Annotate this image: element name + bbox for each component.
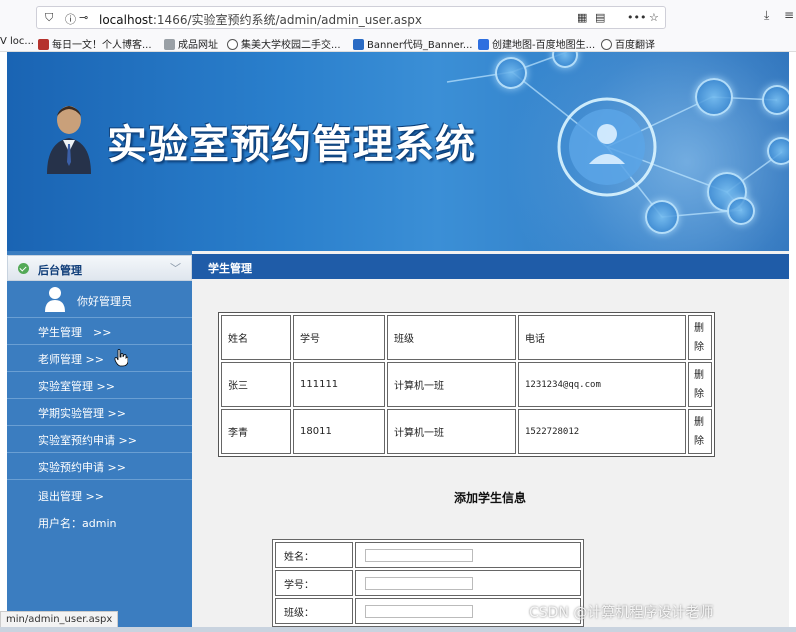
more-icon[interactable]: ••• — [627, 11, 646, 24]
column-header: 电话 — [518, 315, 686, 360]
cell-class: 计算机一班 — [387, 362, 516, 407]
add-student-title: 添加学生信息 — [454, 491, 527, 505]
sidebar-header-label: 后台管理 — [38, 264, 82, 277]
network-node — [767, 137, 789, 165]
form-label: 学号： — [275, 570, 353, 596]
cell-name: 张三 — [221, 362, 291, 407]
network-node — [695, 78, 733, 116]
bookmark-item[interactable]: 创建地图-百度地图生... — [478, 36, 595, 51]
star-icon[interactable]: ☆ — [649, 11, 659, 24]
form-row: 学号： — [275, 570, 581, 596]
cell-id: 18011 — [293, 409, 385, 454]
form-label: 姓名： — [275, 542, 353, 568]
cell-phone: 1522728012 — [518, 409, 686, 454]
sidebar-user: 你好管理员 — [7, 282, 192, 318]
reader-icon[interactable]: ▤ — [595, 11, 605, 24]
header-banner: 实验室预约管理系统 — [7, 52, 789, 251]
cell-phone: 1231234@qq.com — [518, 362, 686, 407]
delete-link[interactable]: 删除 — [688, 362, 712, 407]
info-icon[interactable]: ⓘ — [65, 11, 76, 27]
sidebar-item-label: 老师管理 >> — [38, 353, 104, 366]
shield-icon[interactable]: ⛉ — [45, 11, 53, 25]
sidebar-item-label: 学期实验管理 >> — [38, 407, 126, 420]
student-table: 姓名 学号 班级 电话 删除 张三 111111 计算机一班 1231234@q… — [218, 312, 715, 457]
sidebar-item-label: 实验室管理 >> — [38, 380, 115, 393]
check-circle-icon — [18, 263, 29, 274]
column-header: 姓名 — [221, 315, 291, 360]
menu-icon[interactable]: ≡ — [784, 8, 794, 22]
username-label: 用户名：admin — [38, 517, 117, 530]
sidebar-item-semester-experiment[interactable]: 学期实验管理 >> — [7, 399, 192, 426]
class-input[interactable] — [365, 604, 473, 618]
hand-cursor-icon — [114, 349, 128, 367]
system-title: 实验室预约管理系统 — [107, 122, 476, 168]
name-input[interactable] — [365, 548, 473, 562]
key-icon[interactable]: ⊸ — [79, 11, 88, 24]
sidebar-header[interactable]: 后台管理 ﹀ — [7, 255, 192, 281]
form-label: 班级： — [275, 598, 353, 624]
bookmark-item[interactable]: 每日一文！个人博客... — [38, 36, 152, 51]
table-row: 张三 111111 计算机一班 1231234@qq.com 删除 — [221, 362, 712, 407]
globe-icon — [601, 39, 612, 50]
form-row: 姓名： — [275, 542, 581, 568]
qr-icon[interactable]: ▦ — [577, 11, 587, 24]
table-header-row: 姓名 学号 班级 电话 删除 — [221, 315, 712, 360]
student-id-input[interactable] — [365, 576, 473, 590]
bookmark-item[interactable]: 成品网址 — [164, 36, 218, 51]
bookmark-icon — [38, 39, 49, 50]
sidebar-item-teacher[interactable]: 老师管理 >> — [7, 345, 192, 372]
bookmark-item[interactable]: 百度翻译 — [601, 36, 655, 51]
admin-avatar-icon — [47, 106, 91, 174]
cell-name: 李青 — [221, 409, 291, 454]
network-node — [495, 57, 527, 89]
sidebar-item-label: 实验预约申请 >> — [38, 461, 126, 474]
download-icon[interactable]: ⤓ — [764, 8, 769, 23]
sidebar-item-label: 实验室预约申请 >> — [38, 434, 137, 447]
bookmarks-bar: V loc... 每日一文！个人博客... 成品网址 集美大学校园二手交... … — [0, 33, 796, 52]
sidebar-item-label: 学生管理 >> — [38, 326, 112, 339]
delete-link[interactable]: 删除 — [688, 409, 712, 454]
network-node — [645, 200, 679, 234]
bookmark-icon — [353, 39, 364, 50]
page-title: 学生管理 — [208, 262, 252, 275]
network-node — [762, 85, 789, 115]
bookmark-item[interactable]: 集美大学校园二手交... — [227, 36, 341, 51]
main-header: 学生管理 — [192, 254, 789, 279]
column-header: 班级 — [387, 315, 516, 360]
address-bar[interactable]: ⛉ ⓘ ⊸ localhost:1466/实验室预约系统/admin/admin… — [36, 6, 666, 29]
user-icon — [45, 287, 65, 312]
baidu-icon — [478, 39, 489, 50]
url-text[interactable]: localhost:1466/实验室预约系统/admin/admin_user.… — [99, 11, 422, 28]
bookmark-item[interactable]: V loc... — [0, 36, 34, 47]
globe-icon — [227, 39, 238, 50]
cell-id: 111111 — [293, 362, 385, 407]
greeting: 你好管理员 — [77, 295, 132, 308]
bookmark-item[interactable]: Banner代码_Banner... — [353, 36, 472, 51]
column-header: 删除 — [688, 315, 712, 360]
cell-class: 计算机一班 — [387, 409, 516, 454]
folder-icon — [164, 39, 175, 50]
watermark: CSDN @计算机程序设计老师 — [529, 605, 714, 621]
sidebar: 后台管理 ﹀ 你好管理员 学生管理 >> 老师管理 >> 实验室管理 >> 学期… — [7, 251, 192, 632]
screen: ⛉ ⓘ ⊸ localhost:1466/实验室预约系统/admin/admin… — [0, 0, 796, 632]
chevron-down-icon[interactable]: ﹀ — [170, 260, 181, 276]
sidebar-item-lab-booking[interactable]: 实验室预约申请 >> — [7, 426, 192, 453]
sidebar-item-student[interactable]: 学生管理 >> — [7, 318, 192, 345]
sidebar-item-lab[interactable]: 实验室管理 >> — [7, 372, 192, 399]
form-field-cell — [355, 570, 581, 596]
main-content: 学生管理 姓名 学号 班级 电话 删除 张三 111111 计算机一班 1231… — [192, 251, 789, 632]
column-header: 学号 — [293, 315, 385, 360]
taskbar-strip — [0, 627, 796, 632]
table-row: 李青 18011 计算机一班 1522728012 删除 — [221, 409, 712, 454]
network-node — [727, 197, 755, 225]
form-field-cell — [355, 542, 581, 568]
sidebar-item-logout[interactable]: 退出管理 >> — [38, 488, 104, 504]
sidebar-item-experiment-booking[interactable]: 实验预约申请 >> — [7, 453, 192, 480]
browser-toolbar: ⛉ ⓘ ⊸ localhost:1466/实验室预约系统/admin/admin… — [0, 0, 796, 33]
